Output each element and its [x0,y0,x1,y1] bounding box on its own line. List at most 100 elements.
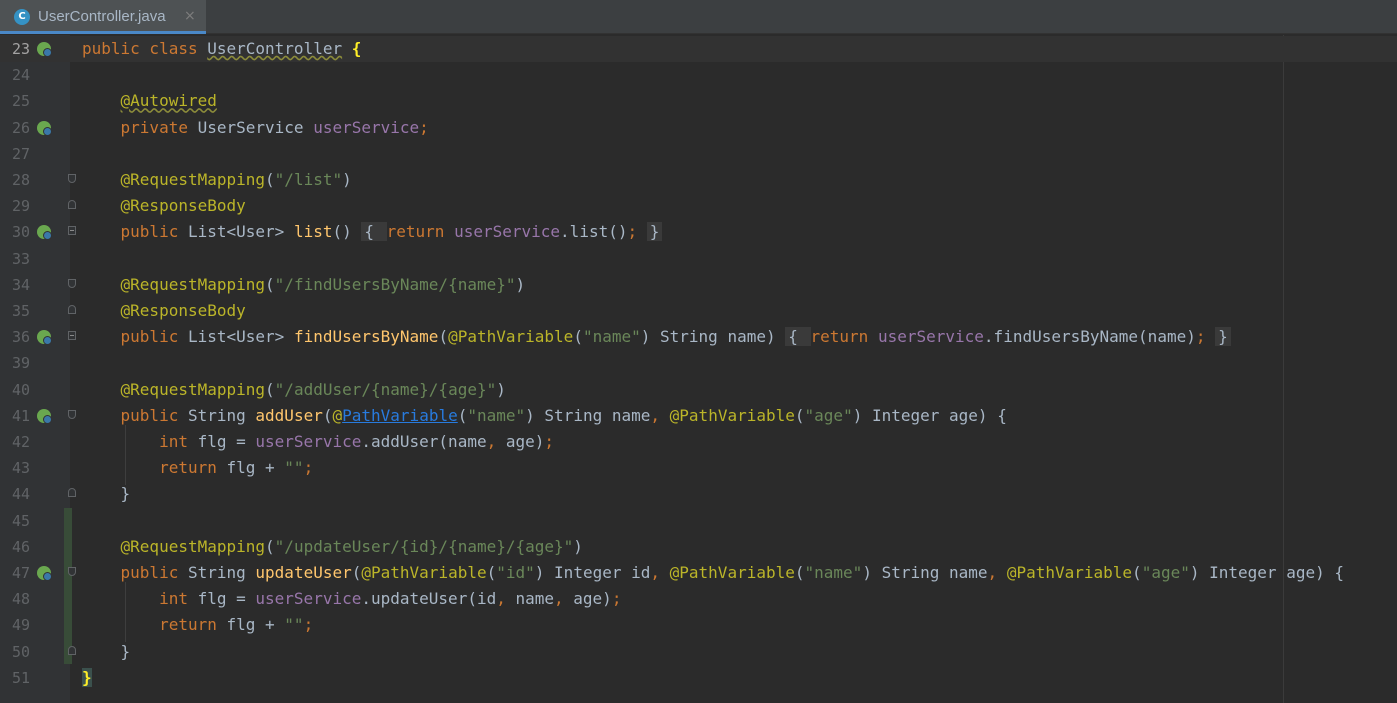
line-number[interactable]: 39 [0,350,30,376]
code-token: "/list" [274,170,343,189]
fold-marker-icon[interactable] [68,174,76,183]
line-number[interactable]: 33 [0,246,30,272]
code-line[interactable]: 47 public String updateUser(@PathVariabl… [0,560,1397,586]
code-text[interactable]: return flg + ""; [82,612,313,638]
code-line[interactable]: 35 @ResponseBody [0,298,1397,324]
line-number[interactable]: 47 [0,560,30,586]
code-line[interactable]: 27 [0,141,1397,167]
line-number[interactable]: 27 [0,141,30,167]
code-text[interactable]: } [82,665,92,691]
code-token: ( [794,405,805,425]
code-token: "/findUsersByName/{name}" [274,274,516,294]
code-token: UserService [197,117,314,137]
line-number[interactable]: 49 [0,612,30,638]
code-line[interactable]: 24 [0,62,1397,88]
spring-mapping-icon[interactable] [37,566,52,581]
code-line[interactable]: 36 public List<User> findUsersByName(@Pa… [0,324,1397,350]
code-text[interactable]: return flg + ""; [82,455,313,481]
code-token: @ResponseBody [120,301,246,320]
code-text[interactable]: } [82,639,131,665]
code-token: { [785,327,811,347]
spring-mapping-icon[interactable] [37,408,52,424]
spring-mapping-icon[interactable] [37,330,52,346]
close-icon[interactable]: × [184,8,196,24]
code-line[interactable]: 30 public List<User> list() { return use… [0,219,1397,245]
line-number[interactable]: 34 [0,272,30,298]
code-line[interactable]: 23 public class UserController { [0,36,1397,62]
code-line[interactable]: 26 private UserService userService; [0,115,1397,141]
line-number[interactable]: 42 [0,429,30,455]
code-text[interactable]: @ResponseBody [82,298,246,324]
line-number[interactable]: 40 [0,377,30,403]
line-number[interactable]: 35 [0,298,30,324]
code-text[interactable]: @RequestMapping("/addUser/{name}/{age}") [82,377,506,403]
line-number[interactable]: 46 [0,534,30,560]
fold-marker-icon[interactable] [68,409,76,419]
code-text[interactable]: public List<User> list() { return userSe… [82,219,663,245]
fold-expand-icon[interactable] [68,226,76,236]
code-line[interactable]: 40 @RequestMapping("/addUser/{name}/{age… [0,377,1397,403]
fold-expand-icon[interactable] [68,331,76,341]
code-text[interactable]: @RequestMapping("/updateUser/{id}/{name}… [82,534,583,560]
code-token: ; [303,615,314,635]
spring-bean-icon[interactable] [37,42,52,57]
line-number[interactable]: 44 [0,481,30,507]
code-line[interactable]: 41 public String addUser(@PathVariable("… [0,403,1397,429]
code-line[interactable]: 48 int flg = userService.updateUser(id, … [0,586,1397,612]
line-number[interactable]: 28 [0,167,30,193]
fold-marker-icon[interactable] [68,305,76,314]
code-text[interactable]: int flg = userService.updateUser(id, nam… [82,586,621,612]
spring-mapping-icon[interactable] [37,225,52,241]
line-number[interactable]: 30 [0,219,30,245]
code-line[interactable]: 28 @RequestMapping("/list") [0,167,1397,193]
code-line[interactable]: 45 [0,508,1397,534]
line-number[interactable]: 45 [0,508,30,534]
line-number[interactable]: 25 [0,88,30,114]
code-line[interactable]: 39 [0,350,1397,376]
code-line[interactable]: 46 @RequestMapping("/updateUser/{id}/{na… [0,534,1397,560]
code-text[interactable]: int flg = userService.addUser(name, age)… [82,429,554,455]
line-number[interactable]: 48 [0,586,30,612]
tab-user-controller[interactable]: C UserController.java × [0,0,206,34]
code-editor[interactable]: 23 public class UserController { 24 25 @Aut… [0,35,1397,703]
code-line[interactable]: 34 @RequestMapping("/findUsersByName/{na… [0,272,1397,298]
code-text[interactable]: public class UserController { [82,36,361,62]
code-text[interactable]: public String addUser(@PathVariable("nam… [82,403,1007,429]
code-line[interactable]: 33 [0,246,1397,272]
code-line[interactable]: 44 } [0,481,1397,507]
code-text[interactable]: @Autowired [82,88,217,114]
fold-marker-icon[interactable] [68,278,76,288]
fold-marker-icon[interactable] [68,645,76,655]
code-token: List<User> [187,222,294,242]
line-number[interactable]: 50 [0,639,30,665]
line-number[interactable]: 51 [0,665,30,691]
code-text[interactable]: @RequestMapping("/list") [82,167,352,193]
code-line[interactable]: 42 int flg = userService.addUser(name, a… [0,429,1397,455]
code-text[interactable]: public List<User> findUsersByName(@PathV… [82,324,1231,350]
code-line[interactable]: 25 @Autowired [0,88,1397,114]
line-number[interactable]: 43 [0,455,30,481]
line-number[interactable]: 26 [0,115,30,141]
code-line[interactable]: 50 } [0,639,1397,665]
spring-autowire-icon[interactable] [37,120,52,136]
code-line[interactable]: 29 @ResponseBody [0,193,1397,219]
line-number[interactable]: 29 [0,193,30,219]
code-text[interactable]: } [82,481,131,507]
code-line[interactable]: 51} [0,665,1397,691]
code-text[interactable]: @ResponseBody [82,193,246,219]
code-text[interactable]: private UserService userService; [82,115,429,141]
line-number[interactable]: 41 [0,403,30,429]
code-text[interactable]: @RequestMapping("/findUsersByName/{name}… [82,272,526,298]
line-number[interactable]: 36 [0,324,30,350]
code-text[interactable]: public String updateUser(@PathVariable("… [82,560,1344,586]
fold-marker-icon[interactable] [68,567,76,576]
line-number[interactable]: 23 [0,36,30,62]
code-token: list [293,222,333,242]
code-line[interactable]: 49 return flg + ""; [0,612,1397,638]
fold-marker-icon[interactable] [68,200,76,210]
line-number[interactable]: 24 [0,62,30,88]
fold-marker-icon[interactable] [68,488,76,498]
code-line[interactable]: 43 return flg + ""; [0,455,1397,481]
